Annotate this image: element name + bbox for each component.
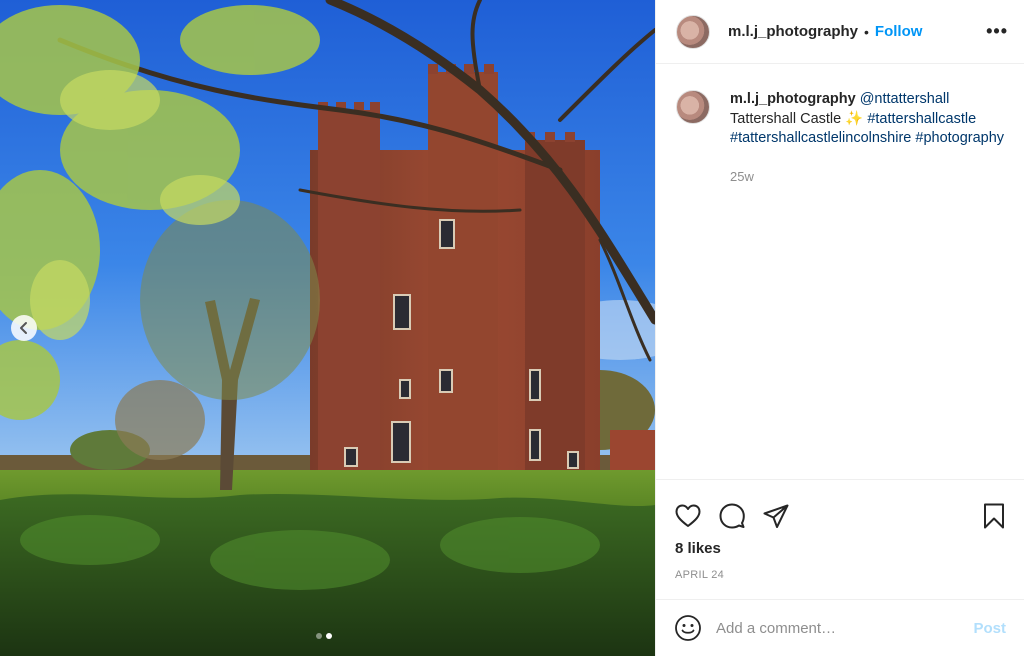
- like-button[interactable]: [674, 502, 702, 530]
- post-date[interactable]: APRIL 24: [656, 569, 1024, 581]
- share-icon: [763, 504, 789, 528]
- caption-body: Tattershall Castle: [730, 110, 842, 127]
- sparkle-emoji: ✨: [845, 110, 864, 127]
- caption-text: m.l.j_photography @nttattershall Tatters…: [730, 90, 1008, 186]
- separator-dot: •: [864, 23, 869, 40]
- caption-avatar[interactable]: [676, 90, 710, 124]
- carousel-prev-button[interactable]: [11, 315, 37, 341]
- mention-link[interactable]: @nttattershall: [860, 91, 950, 107]
- bookmark-icon: [984, 503, 1004, 529]
- post-photo[interactable]: [0, 0, 655, 656]
- emoji-icon[interactable]: [674, 614, 702, 642]
- more-icon: •••: [986, 21, 1008, 41]
- comment-icon: [719, 503, 745, 529]
- caption-timestamp[interactable]: 25w: [730, 167, 1008, 187]
- hashtag-link[interactable]: #tattershallcastlelincolnshire: [730, 130, 911, 146]
- comment-button[interactable]: [718, 502, 746, 530]
- share-button[interactable]: [762, 502, 790, 530]
- post-side-panel: m.l.j_photography • Follow ••• m.l.j_pho…: [655, 0, 1024, 656]
- comment-input[interactable]: [716, 619, 974, 637]
- hashtag-link[interactable]: #tattershallcastle: [867, 111, 976, 127]
- post-actions: 8 likes APRIL 24: [656, 479, 1024, 581]
- more-options-button[interactable]: •••: [986, 21, 1008, 42]
- hashtag-link[interactable]: #photography: [915, 130, 1004, 146]
- post-header: m.l.j_photography • Follow •••: [656, 0, 1024, 64]
- castle-photo-image: [0, 0, 655, 656]
- carousel-dot-active: [326, 633, 332, 639]
- action-icons-row: [656, 480, 1024, 538]
- save-button[interactable]: [980, 502, 1008, 530]
- heart-icon: [675, 504, 701, 527]
- follow-button[interactable]: Follow: [875, 23, 923, 40]
- carousel-dot: [316, 633, 322, 639]
- comment-form: Post: [656, 599, 1024, 656]
- caption-block: m.l.j_photography @nttattershall Tatters…: [676, 90, 1008, 186]
- chevron-left-icon: [20, 322, 27, 334]
- carousel-dots: [316, 633, 332, 639]
- likes-count[interactable]: 8 likes: [656, 540, 1024, 557]
- caption-username[interactable]: m.l.j_photography: [730, 91, 856, 107]
- post-comment-button[interactable]: Post: [973, 620, 1006, 637]
- avatar[interactable]: [676, 14, 710, 49]
- username-link[interactable]: m.l.j_photography: [728, 23, 858, 40]
